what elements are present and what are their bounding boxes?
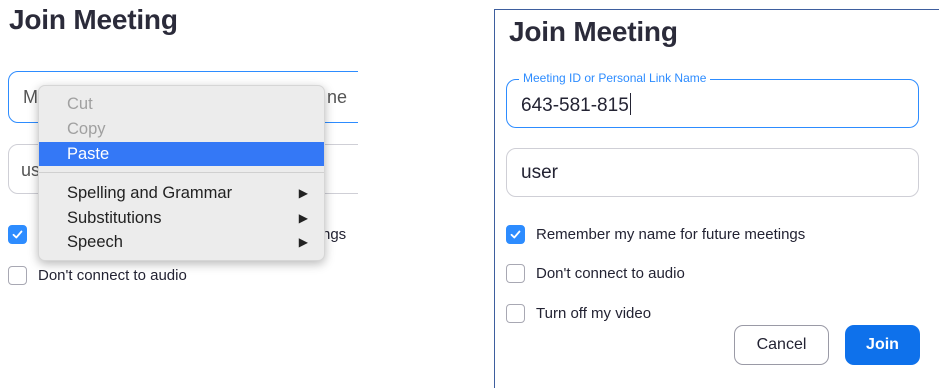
- menu-separator: [39, 172, 324, 173]
- menu-item-label: Spelling and Grammar: [67, 184, 233, 202]
- no-audio-checkbox-row[interactable]: Don't connect to audio: [8, 266, 187, 285]
- menu-item-copy[interactable]: Copy: [39, 117, 324, 141]
- meeting-id-value: 643-581-815: [521, 93, 631, 116]
- meeting-id-visible-text-tail: ne: [327, 87, 348, 107]
- no-audio-label: Don't connect to audio: [38, 267, 187, 284]
- remember-name-checkbox[interactable]: [506, 225, 525, 244]
- remember-name-checkbox-row[interactable]: Remember my name for future meetings: [506, 225, 805, 244]
- join-button[interactable]: Join: [845, 325, 920, 365]
- menu-item-label: Paste: [67, 145, 110, 163]
- page-title: Join Meeting: [9, 4, 178, 35]
- no-audio-checkbox-row[interactable]: Don't connect to audio: [506, 264, 685, 283]
- checkmark-icon: [510, 230, 521, 239]
- menu-item-label: Copy: [67, 120, 106, 138]
- meeting-id-label: Meeting ID or Personal Link Name: [519, 71, 711, 85]
- checkmark-icon: [12, 230, 23, 239]
- video-off-checkbox-row[interactable]: Turn off my video: [506, 304, 651, 323]
- meeting-id-visible-text: M: [23, 87, 38, 107]
- page-title: Join Meeting: [509, 16, 678, 47]
- menu-item-speech[interactable]: Speech ▶: [39, 230, 324, 254]
- menu-item-paste[interactable]: Paste: [39, 142, 324, 166]
- menu-item-label: Cut: [67, 95, 93, 113]
- context-menu: Cut Copy Paste Spelling and Grammar ▶ Su…: [38, 85, 325, 261]
- submenu-arrow-icon: ▶: [298, 186, 308, 200]
- menu-item-label: Speech: [67, 233, 123, 251]
- submenu-arrow-icon: ▶: [298, 235, 308, 249]
- meeting-id-input[interactable]: Meeting ID or Personal Link Name 643-581…: [506, 71, 919, 128]
- menu-item-substitutions[interactable]: Substitutions ▶: [39, 206, 324, 230]
- name-input[interactable]: user: [506, 148, 919, 197]
- remember-name-checkbox-row[interactable]: [8, 225, 27, 244]
- menu-item-cut[interactable]: Cut: [39, 92, 324, 116]
- video-off-checkbox[interactable]: [506, 304, 525, 323]
- text-caret: [629, 93, 631, 115]
- left-join-meeting-window: Join Meeting M ne us ngs Don't connect t…: [0, 0, 358, 388]
- submenu-arrow-icon: ▶: [298, 211, 308, 225]
- no-audio-checkbox[interactable]: [8, 266, 27, 285]
- menu-item-label: Substitutions: [67, 209, 162, 227]
- cancel-button[interactable]: Cancel: [734, 325, 829, 365]
- right-join-meeting-window: Join Meeting Meeting ID or Personal Link…: [494, 9, 939, 388]
- remember-name-label: Remember my name for future meetings: [536, 226, 806, 243]
- video-off-label: Turn off my video: [536, 305, 652, 322]
- remember-name-checkbox[interactable]: [8, 225, 27, 244]
- no-audio-label: Don't connect to audio: [536, 265, 685, 282]
- name-value: user: [521, 162, 558, 183]
- menu-item-spelling-and-grammar[interactable]: Spelling and Grammar ▶: [39, 181, 324, 205]
- remember-name-label-tail: ngs: [322, 226, 347, 243]
- no-audio-checkbox[interactable]: [506, 264, 525, 283]
